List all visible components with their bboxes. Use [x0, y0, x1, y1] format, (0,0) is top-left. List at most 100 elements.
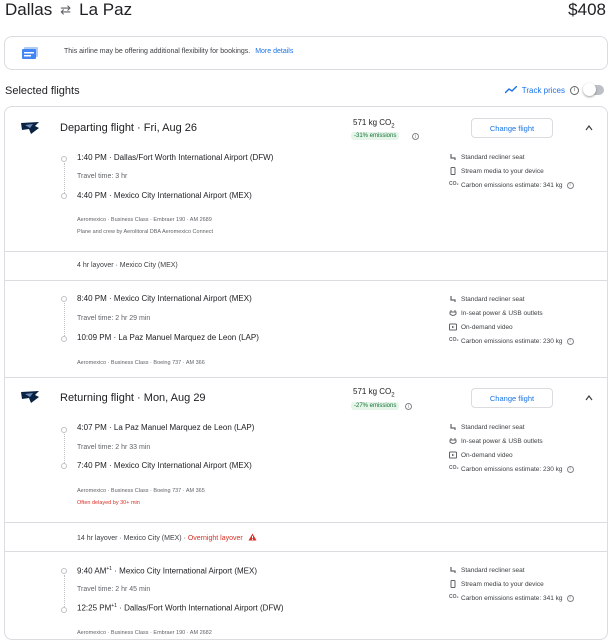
info-icon[interactable]: i	[412, 133, 419, 140]
power-plug-icon	[449, 310, 457, 316]
aeromexico-logo-icon	[21, 391, 39, 403]
co2-icon: CO₂	[449, 594, 459, 600]
timeline-dot	[61, 568, 67, 574]
amenity-row: CO₂ Carbon emissions estimate: 230 kg i	[449, 465, 574, 473]
leg-arrival: 10:09 PM · La Paz Manuel Marquez de Leon…	[77, 333, 259, 342]
leg-departure: 8:40 PM · Mexico City International Airp…	[77, 294, 252, 303]
more-details-link[interactable]: More details	[255, 48, 293, 55]
travel-time: Travel time: 2 hr 45 min	[77, 586, 151, 593]
change-departing-flight-button[interactable]: Change flight	[471, 118, 553, 138]
trip-header: Dallas ⇄ La Paz $408	[0, 0, 612, 26]
operator-details: Plane and crew by Aerolitoral DBA Aerome…	[77, 229, 214, 235]
timeline-dot	[61, 427, 67, 433]
amenity-row: Standard recliner seat	[449, 295, 525, 303]
notice-text: This airline may be offering additional …	[64, 48, 251, 55]
timeline-line	[64, 434, 65, 463]
delay-warning: Often delayed by 30+ min	[77, 500, 140, 506]
returning-flight-card: Returning flight · Mon, Aug 29 571 kg CO…	[4, 378, 608, 640]
emissions-badge: -31% emissions	[351, 132, 400, 140]
info-icon[interactable]: i	[566, 337, 574, 345]
layover-text: 4 hr layover · Mexico City (MEX)	[77, 262, 178, 269]
amenity-row: In-seat power & USB outlets	[449, 437, 543, 445]
leg-departure: 9:40 AM+1 · Mexico City International Ai…	[77, 566, 257, 576]
phone-icon	[450, 580, 456, 588]
info-icon[interactable]: i	[570, 85, 579, 95]
video-icon	[449, 451, 457, 459]
round-trip-arrows-icon: ⇄	[60, 2, 72, 17]
seat-icon	[450, 296, 456, 302]
seat-icon	[450, 424, 456, 430]
info-icon[interactable]: i	[566, 594, 574, 602]
timeline-dot	[61, 607, 67, 613]
flight-details: Aeromexico · Business Class · Boeing 737…	[77, 360, 205, 366]
departing-title: Departing flight · Fri, Aug 26	[60, 122, 197, 134]
departing-flight-card: Departing flight · Fri, Aug 26 571 kg CO…	[4, 106, 608, 378]
amenity-row: Standard recliner seat	[449, 423, 525, 431]
travel-time: Travel time: 3 hr	[77, 173, 128, 180]
info-icon[interactable]: i	[566, 181, 574, 189]
power-plug-icon	[449, 438, 457, 444]
timeline-line	[64, 575, 65, 607]
selected-flights-heading: Selected flights	[5, 85, 80, 97]
timeline-dot	[61, 156, 67, 162]
amenity-row: CO₂ Carbon emissions estimate: 341 kg i	[449, 181, 574, 189]
travel-time: Travel time: 2 hr 29 min	[77, 315, 151, 322]
timeline-line	[64, 303, 65, 336]
layover-text: 14 hr layover · Mexico City (MEX) · Over…	[77, 533, 257, 542]
leg-arrival: 4:40 PM · Mexico City International Airp…	[77, 191, 252, 200]
layover-row: 4 hr layover · Mexico City (MEX)	[5, 251, 607, 281]
info-icon[interactable]: i	[405, 403, 412, 410]
timeline-line	[64, 163, 65, 193]
seat-icon	[450, 154, 456, 160]
track-prices-label: Track prices	[521, 85, 565, 95]
layover-row: 14 hr layover · Mexico City (MEX) · Over…	[5, 522, 607, 552]
amenity-row: Stream media to your device	[449, 580, 544, 588]
co2-total: 571 kg CO2	[353, 118, 395, 130]
video-icon	[449, 323, 457, 331]
amenity-row: CO₂ Carbon emissions estimate: 341 kg i	[449, 594, 574, 602]
origin-city: Dallas	[5, 0, 53, 19]
travel-time: Travel time: 2 hr 33 min	[77, 444, 151, 451]
emissions-badge: -27% emissions	[351, 402, 400, 410]
flight-details: Aeromexico · Business Class · Boeing 737…	[77, 488, 205, 494]
flight-details: Aeromexico · Business Class · Embraer 19…	[77, 630, 212, 636]
destination-city: La Paz	[79, 0, 133, 19]
track-prices[interactable]: Track prices i	[504, 83, 604, 96]
info-icon[interactable]: i	[566, 465, 574, 473]
flexibility-notice: This airline may be offering additional …	[4, 36, 608, 70]
phone-icon	[450, 167, 456, 175]
amenity-row: Standard recliner seat	[449, 153, 525, 161]
timeline-dot	[61, 193, 67, 199]
co2-icon: CO₂	[449, 337, 459, 343]
calendar-flex-icon	[22, 47, 38, 59]
leg-arrival: 12:25 PM+1 · Dallas/Fort Worth Internati…	[77, 603, 284, 613]
aeromexico-logo-icon	[21, 122, 39, 134]
timeline-dot	[61, 296, 67, 302]
amenity-row: Standard recliner seat	[449, 566, 525, 574]
amenity-row: On-demand video	[449, 323, 513, 331]
leg-arrival: 7:40 PM · Mexico City International Airp…	[77, 461, 252, 470]
timeline-dot	[61, 463, 67, 469]
change-returning-flight-button[interactable]: Change flight	[471, 388, 553, 408]
amenity-row: Stream media to your device	[449, 167, 544, 175]
timeline-dot	[61, 336, 67, 342]
amenity-row: In-seat power & USB outlets	[449, 309, 543, 317]
amenity-row: On-demand video	[449, 451, 513, 459]
chevron-up-icon[interactable]	[585, 124, 593, 132]
co2-total: 571 kg CO2	[353, 387, 395, 399]
co2-icon: CO₂	[449, 181, 459, 187]
total-price: $408	[568, 0, 606, 19]
leg-departure: 4:07 PM · La Paz Manuel Marquez de Leon …	[77, 423, 255, 432]
seat-icon	[450, 567, 456, 573]
chevron-up-icon[interactable]	[585, 394, 593, 402]
returning-title: Returning flight · Mon, Aug 29	[60, 392, 206, 404]
co2-icon: CO₂	[449, 465, 459, 471]
leg-departure: 1:40 PM · Dallas/Fort Worth Internationa…	[77, 153, 274, 162]
overnight-layover-warning: Overnight layover	[187, 535, 243, 542]
amenity-row: CO₂ Carbon emissions estimate: 230 kg i	[449, 337, 574, 345]
flight-details: Aeromexico · Business Class · Embraer 19…	[77, 217, 212, 223]
route-title: Dallas ⇄ La Paz	[5, 0, 132, 20]
warning-icon	[248, 533, 257, 541]
track-prices-toggle[interactable]	[583, 83, 604, 96]
trend-icon	[504, 86, 517, 94]
